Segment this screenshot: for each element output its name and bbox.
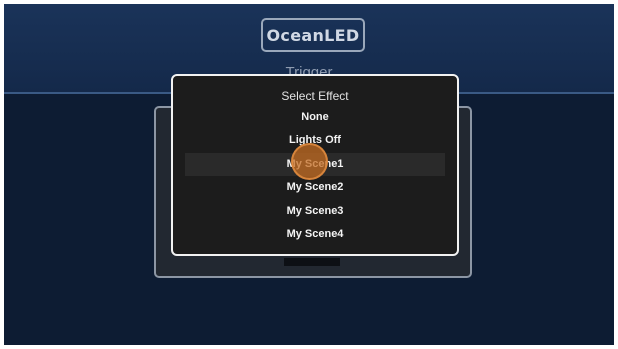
effect-option-my-scene3[interactable]: My Scene3 <box>185 200 445 223</box>
background-panel-bar <box>284 258 340 266</box>
effect-option-none[interactable]: None <box>185 106 445 129</box>
effect-option-my-scene2[interactable]: My Scene2 <box>185 176 445 199</box>
select-effect-dialog: Select Effect None Lights Off My Scene1 … <box>171 74 459 256</box>
oceanled-logo: OceanLED <box>261 18 365 52</box>
effect-options-list: None Lights Off My Scene1 My Scene2 My S… <box>185 106 445 246</box>
effect-option-my-scene1[interactable]: My Scene1 <box>185 152 445 177</box>
dialog-title: Select Effect <box>281 89 349 103</box>
effect-option-lights-off[interactable]: Lights Off <box>185 129 445 152</box>
effect-option-my-scene4[interactable]: My Scene4 <box>185 223 445 246</box>
